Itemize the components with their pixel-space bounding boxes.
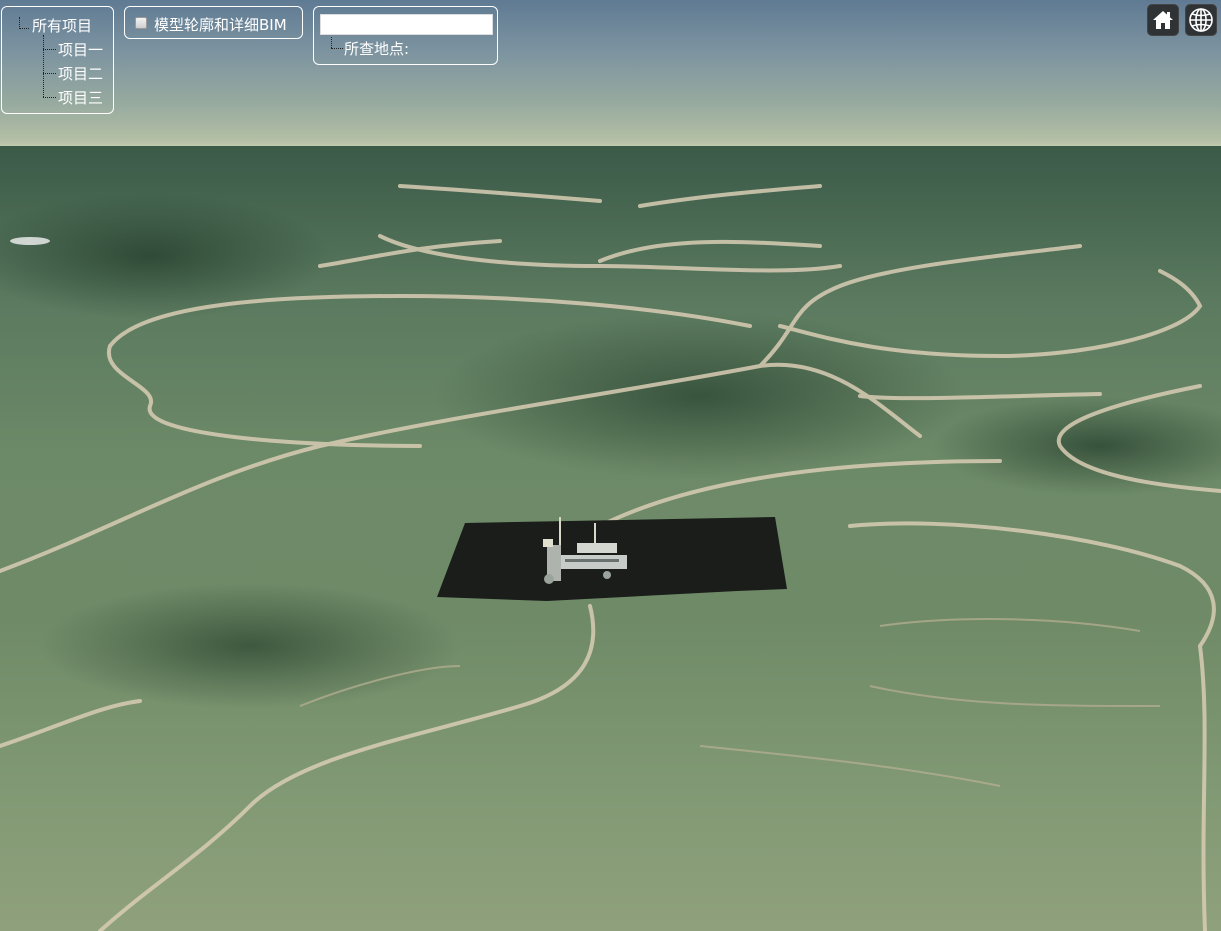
tree-connector bbox=[43, 73, 56, 74]
tree-item-project-3[interactable]: 项目三 bbox=[43, 87, 103, 108]
bim-site-model[interactable] bbox=[437, 515, 787, 605]
bim-detail-label[interactable]: 模型轮廓和详细BIM bbox=[154, 14, 287, 35]
tree-item-label: 项目二 bbox=[58, 65, 104, 83]
tree-item-label: 项目一 bbox=[58, 41, 104, 59]
tree-connector bbox=[43, 49, 56, 50]
map-viewer[interactable] bbox=[0, 0, 1221, 931]
bim-toggle-panel: 模型轮廓和详细BIM bbox=[124, 6, 303, 39]
tree-item-project-2[interactable]: 项目二 bbox=[43, 63, 103, 84]
tree-connector bbox=[331, 48, 343, 49]
tree-item-label: 项目三 bbox=[58, 89, 104, 107]
tree-root-all-projects[interactable]: 所有项目 bbox=[32, 15, 92, 36]
location-search-input[interactable] bbox=[320, 14, 493, 35]
search-result-label: 所查地点: bbox=[344, 40, 410, 58]
globe-view-button[interactable] bbox=[1185, 4, 1217, 36]
tree-connector bbox=[331, 37, 332, 48]
location-search-panel: 所查地点: bbox=[313, 6, 498, 65]
globe-icon bbox=[1189, 8, 1213, 32]
tree-item-project-1[interactable]: 项目一 bbox=[43, 39, 103, 60]
bim-detail-checkbox[interactable] bbox=[135, 17, 147, 29]
home-icon bbox=[1153, 11, 1173, 29]
tree-connector bbox=[43, 97, 56, 98]
project-tree-panel: 所有项目 项目一 项目二 项目三 bbox=[1, 6, 114, 114]
tree-connector bbox=[19, 28, 29, 29]
home-button[interactable] bbox=[1147, 4, 1179, 36]
